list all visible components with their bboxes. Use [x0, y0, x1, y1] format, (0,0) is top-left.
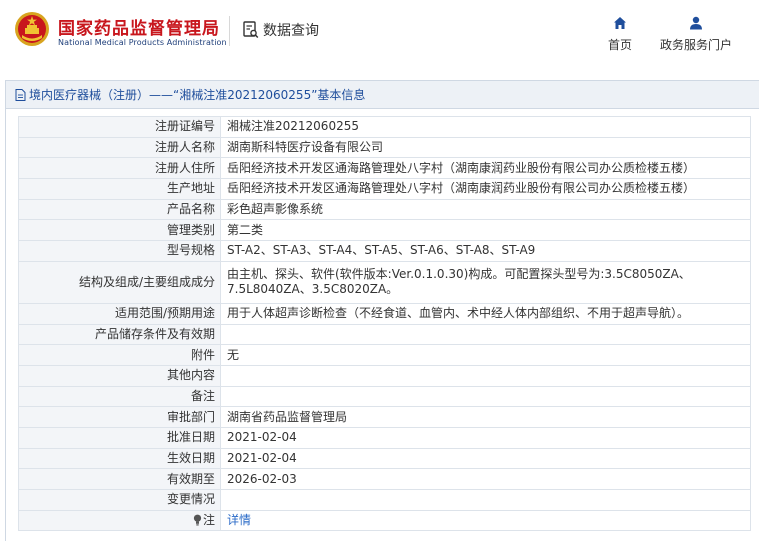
user-icon	[690, 16, 702, 30]
nav-home-label: 首页	[607, 38, 632, 52]
table-row: 批准日期 2021-02-04	[18, 426, 751, 449]
brand-subtitle: National Medical Products Administration	[58, 38, 227, 47]
row-label: 管理类别	[18, 219, 221, 242]
row-label: 附件	[18, 344, 221, 366]
table-row: 注册人住所 岳阳经济技术开发区通海路管理处八字村（湖南康润药业股份有限公司办公质…	[18, 157, 751, 180]
table-row: 备注	[18, 385, 751, 408]
national-emblem-icon	[15, 12, 49, 46]
nav-portal[interactable]: 政务服务门户	[656, 16, 736, 53]
row-value: 湖南斯科特医疗设备有限公司	[220, 136, 751, 159]
row-label: 结构及组成/主要组成成分	[18, 260, 221, 304]
table-row: 其他内容	[18, 364, 751, 387]
table-row: 适用范围/预期用途 用于人体超声诊断检查（不经食道、血管内、术中经人体内部组织、…	[18, 302, 751, 325]
table-row: 结构及组成/主要组成成分 由主机、探头、软件(软件版本:Ver.0.1.0.30…	[18, 260, 751, 304]
lightbulb-icon	[193, 514, 202, 526]
row-label: 注册证编号	[18, 116, 221, 138]
row-value: 详情	[220, 509, 751, 532]
row-value: 岳阳经济技术开发区通海路管理处八字村（湖南康润药业股份有限公司办公质检楼五楼）	[220, 157, 751, 180]
row-label: 变更情况	[18, 489, 221, 511]
table-row: 生效日期 2021-02-04	[18, 447, 751, 470]
row-label: 其他内容	[18, 364, 221, 387]
row-value: 彩色超声影像系统	[220, 198, 751, 221]
info-table: 注册证编号 湘械注准20212060255 注册人名称 湖南斯科特医疗设备有限公…	[18, 116, 751, 532]
row-value: 2021-02-04	[220, 426, 751, 449]
row-value	[220, 489, 751, 511]
site-header: 国家药品监督管理局 National Medical Products Admi…	[0, 0, 759, 66]
row-value: 湖南省药品监督管理局	[220, 406, 751, 428]
table-row: 有效期至 2026-02-03	[18, 468, 751, 490]
details-link[interactable]: 详情	[227, 513, 251, 527]
data-query-label: 数据查询	[263, 23, 319, 39]
row-value: 2021-02-04	[220, 447, 751, 470]
row-value	[220, 385, 751, 408]
table-row: 变更情况	[18, 489, 751, 511]
table-row: 生产地址 岳阳经济技术开发区通海路管理处八字村（湖南康润药业股份有限公司办公质检…	[18, 178, 751, 200]
row-value: 无	[220, 344, 751, 366]
table-row: 附件 无	[18, 344, 751, 366]
table-row: 产品名称 彩色超声影像系统	[18, 198, 751, 221]
panel-title-text: 境内医疗器械（注册）——“湘械注准20212060255”基本信息	[29, 88, 366, 102]
row-label: 生产地址	[18, 178, 221, 200]
row-value: ST-A2、ST-A3、ST-A4、ST-A5、ST-A6、ST-A8、ST-A…	[220, 240, 751, 262]
data-query-link[interactable]: 数据查询	[243, 20, 319, 40]
row-label: 适用范围/预期用途	[18, 302, 221, 325]
row-label: 批准日期	[18, 426, 221, 449]
row-value	[220, 364, 751, 387]
table-row: 注册证编号 湘械注准20212060255	[18, 116, 751, 138]
nav-portal-label: 政务服务门户	[659, 38, 732, 52]
home-icon	[614, 17, 626, 29]
document-icon	[15, 88, 26, 101]
row-label: 有效期至	[18, 468, 221, 490]
row-value: 用于人体超声诊断检查（不经食道、血管内、术中经人体内部组织、不用于超声导航）。	[220, 302, 751, 325]
document-search-icon	[243, 21, 259, 39]
note-label-cell: 注	[18, 509, 221, 532]
row-value: 由主机、探头、软件(软件版本:Ver.0.1.0.30)构成。可配置探头型号为:…	[220, 260, 751, 304]
note-label: 注	[202, 513, 215, 528]
info-panel: 境内医疗器械（注册）——“湘械注准20212060255”基本信息 注册证编号 …	[5, 80, 759, 541]
row-label: 产品名称	[18, 198, 221, 221]
row-value: 湘械注准20212060255	[220, 116, 751, 138]
row-label: 注册人名称	[18, 136, 221, 159]
nav-home[interactable]: 首页	[602, 16, 638, 53]
row-value: 第二类	[220, 219, 751, 242]
table-row: 管理类别 第二类	[18, 219, 751, 242]
row-value: 岳阳经济技术开发区通海路管理处八字村（湖南康润药业股份有限公司办公质检楼五楼）	[220, 178, 751, 200]
brand-title: 国家药品监督管理局	[58, 19, 220, 39]
row-label: 产品储存条件及有效期	[18, 323, 221, 346]
table-row: 注 详情	[18, 509, 751, 532]
table-row: 产品储存条件及有效期	[18, 323, 751, 346]
table-row: 审批部门 湖南省药品监督管理局	[18, 406, 751, 428]
table-row: 型号规格 ST-A2、ST-A3、ST-A4、ST-A5、ST-A6、ST-A8…	[18, 240, 751, 262]
panel-title: 境内医疗器械（注册）——“湘械注准20212060255”基本信息	[6, 81, 759, 109]
header-divider	[229, 16, 230, 46]
row-label: 审批部门	[18, 406, 221, 428]
row-label: 生效日期	[18, 447, 221, 470]
row-value	[220, 323, 751, 346]
row-label: 备注	[18, 385, 221, 408]
row-label: 注册人住所	[18, 157, 221, 180]
row-value: 2026-02-03	[220, 468, 751, 490]
row-label: 型号规格	[18, 240, 221, 262]
table-row: 注册人名称 湖南斯科特医疗设备有限公司	[18, 136, 751, 159]
